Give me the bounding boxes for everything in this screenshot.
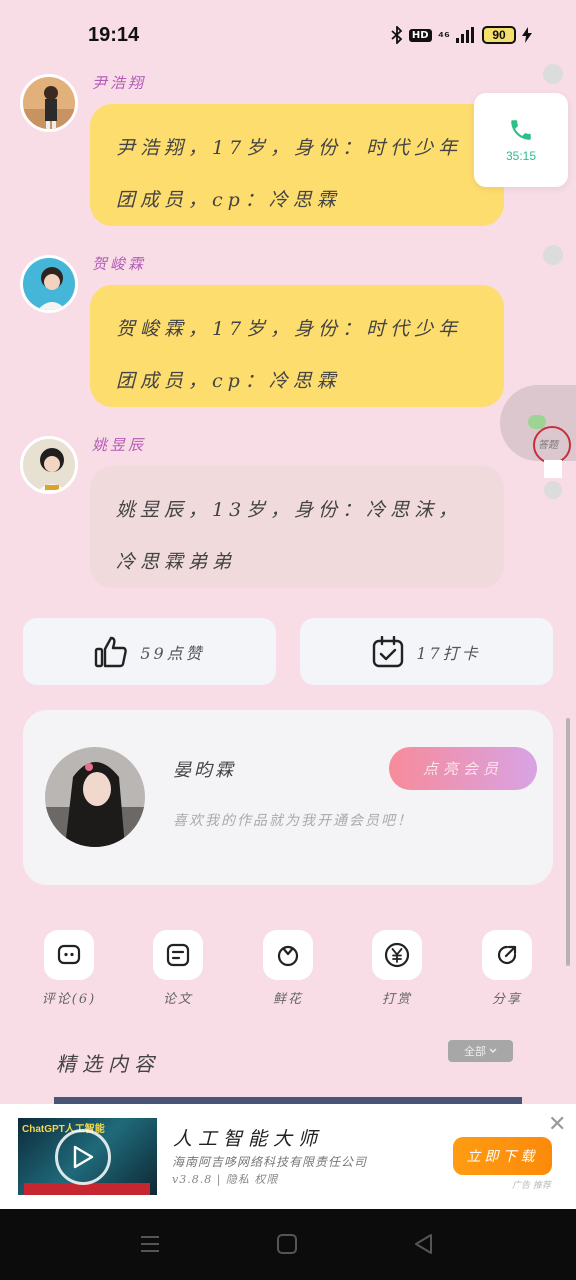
comment-icon: [44, 930, 94, 980]
message-bubble[interactable]: 尹浩翔，17岁，身份：时代少年 团成员，cp：冷思霖: [90, 104, 504, 226]
ad-banner[interactable]: ChatGPT人工智能 人工智能大师 海南阿吉哆网络科技有限责任公司 v3.8.…: [0, 1104, 576, 1209]
author-card: 晏昀霖 喜欢我的作品就为我开通会员吧！ 点亮会员: [23, 710, 553, 885]
flower-icon: [263, 930, 313, 980]
share-icon: [482, 930, 532, 980]
thumbs-up-icon: [95, 636, 128, 667]
phone-icon: [511, 120, 531, 140]
message-text-line: 贺峻霖，17岁，身份：时代少年: [116, 318, 463, 340]
author-avatar[interactable]: [45, 747, 145, 847]
avatar[interactable]: [20, 436, 78, 494]
share-tool[interactable]: 分享: [472, 930, 542, 1007]
status-time: 19:14: [88, 24, 140, 46]
signal-icon: [456, 27, 474, 43]
author-name: 晏昀霖: [173, 760, 236, 781]
ad-title: 人工智能大师: [173, 1128, 324, 1150]
reward-tool[interactable]: 打赏: [362, 930, 432, 1007]
message-text-line: 团成员，cp：冷思霖: [116, 189, 341, 211]
home-icon[interactable]: [274, 1231, 300, 1257]
featured-filter-select[interactable]: 全部: [448, 1040, 513, 1062]
float-marker: [544, 460, 562, 478]
message-bubble[interactable]: 姚昱辰，13岁，身份：冷思沫， 冷思霖弟弟: [90, 466, 504, 588]
status-dot: [543, 245, 563, 265]
tool-label: 鲜花: [272, 992, 303, 1007]
play-icon[interactable]: [55, 1129, 111, 1185]
scrollbar[interactable]: [566, 718, 570, 966]
ad-download-button[interactable]: 立即下载: [453, 1137, 552, 1175]
float-label: 答题: [538, 440, 558, 451]
paper-tool[interactable]: 论文: [143, 930, 213, 1007]
call-floating-card[interactable]: 35:15: [474, 93, 568, 187]
message-bubble[interactable]: 贺峻霖，17岁，身份：时代少年 团成员，cp：冷思霖: [90, 285, 504, 407]
message-text-line: 尹浩翔，17岁，身份：时代少年: [116, 137, 463, 159]
document-icon: [153, 930, 203, 980]
message-sender: 姚昱辰: [92, 436, 147, 454]
featured-title: 精选内容: [56, 1052, 160, 1076]
back-icon[interactable]: [411, 1231, 437, 1257]
network-type: ⁴⁶: [437, 27, 450, 43]
status-bar: 19:14 HD ⁴⁶ 90: [0, 0, 576, 72]
message-text-line: 姚昱辰，13岁，身份：冷思沫，: [116, 499, 463, 521]
hd-icon: HD: [408, 28, 432, 42]
ad-source-label: 广告 推荐: [512, 1181, 551, 1191]
tool-label: 论文: [162, 992, 193, 1007]
like-button[interactable]: 59点赞: [23, 618, 276, 685]
checkin-button[interactable]: 17打卡: [300, 618, 553, 685]
flower-tool[interactable]: 鲜花: [253, 930, 323, 1007]
activate-membership-button[interactable]: 点亮会员: [389, 747, 537, 790]
message-text-line: 冷思霖弟弟: [116, 551, 237, 573]
ad-company: 海南阿吉哆网络科技有限责任公司: [172, 1155, 368, 1169]
yuan-icon: [372, 930, 422, 980]
checkin-count: 17打卡: [416, 643, 481, 663]
status-dot: [543, 64, 563, 84]
tool-label: 打赏: [381, 992, 412, 1007]
comment-tool[interactable]: 评论(6): [34, 930, 104, 1007]
chevron-down-icon: [489, 1048, 497, 1053]
ad-thumbnail[interactable]: ChatGPT人工智能: [18, 1118, 157, 1195]
close-icon[interactable]: ✕: [548, 1112, 566, 1137]
message-sender: 尹浩翔: [92, 74, 147, 92]
avatar[interactable]: [20, 74, 78, 132]
filter-value: 全部: [464, 1045, 486, 1058]
tool-label: 分享: [491, 992, 522, 1007]
calendar-check-icon: [373, 635, 404, 667]
message-sender: 贺峻霖: [92, 255, 147, 273]
menu-icon[interactable]: [137, 1231, 163, 1257]
ad-thumb-stripe: [24, 1183, 150, 1195]
bluetooth-icon: [391, 26, 403, 44]
author-description: 喜欢我的作品就为我开通会员吧！: [173, 813, 413, 829]
message-text-line: 团成员，cp：冷思霖: [116, 370, 341, 392]
battery-indicator: 90: [482, 26, 516, 44]
ad-version-info[interactable]: v3.8.8 | 隐私 权限: [172, 1171, 278, 1187]
system-navigation-bar: [0, 1209, 576, 1280]
like-count: 59点赞: [140, 643, 205, 663]
call-timer: 35:15: [505, 149, 537, 163]
tool-label: 评论(6): [41, 992, 97, 1007]
status-dot: [544, 481, 562, 499]
avatar[interactable]: [20, 255, 78, 313]
status-icons: HD ⁴⁶ 90: [391, 26, 532, 44]
charging-icon: [522, 27, 532, 43]
